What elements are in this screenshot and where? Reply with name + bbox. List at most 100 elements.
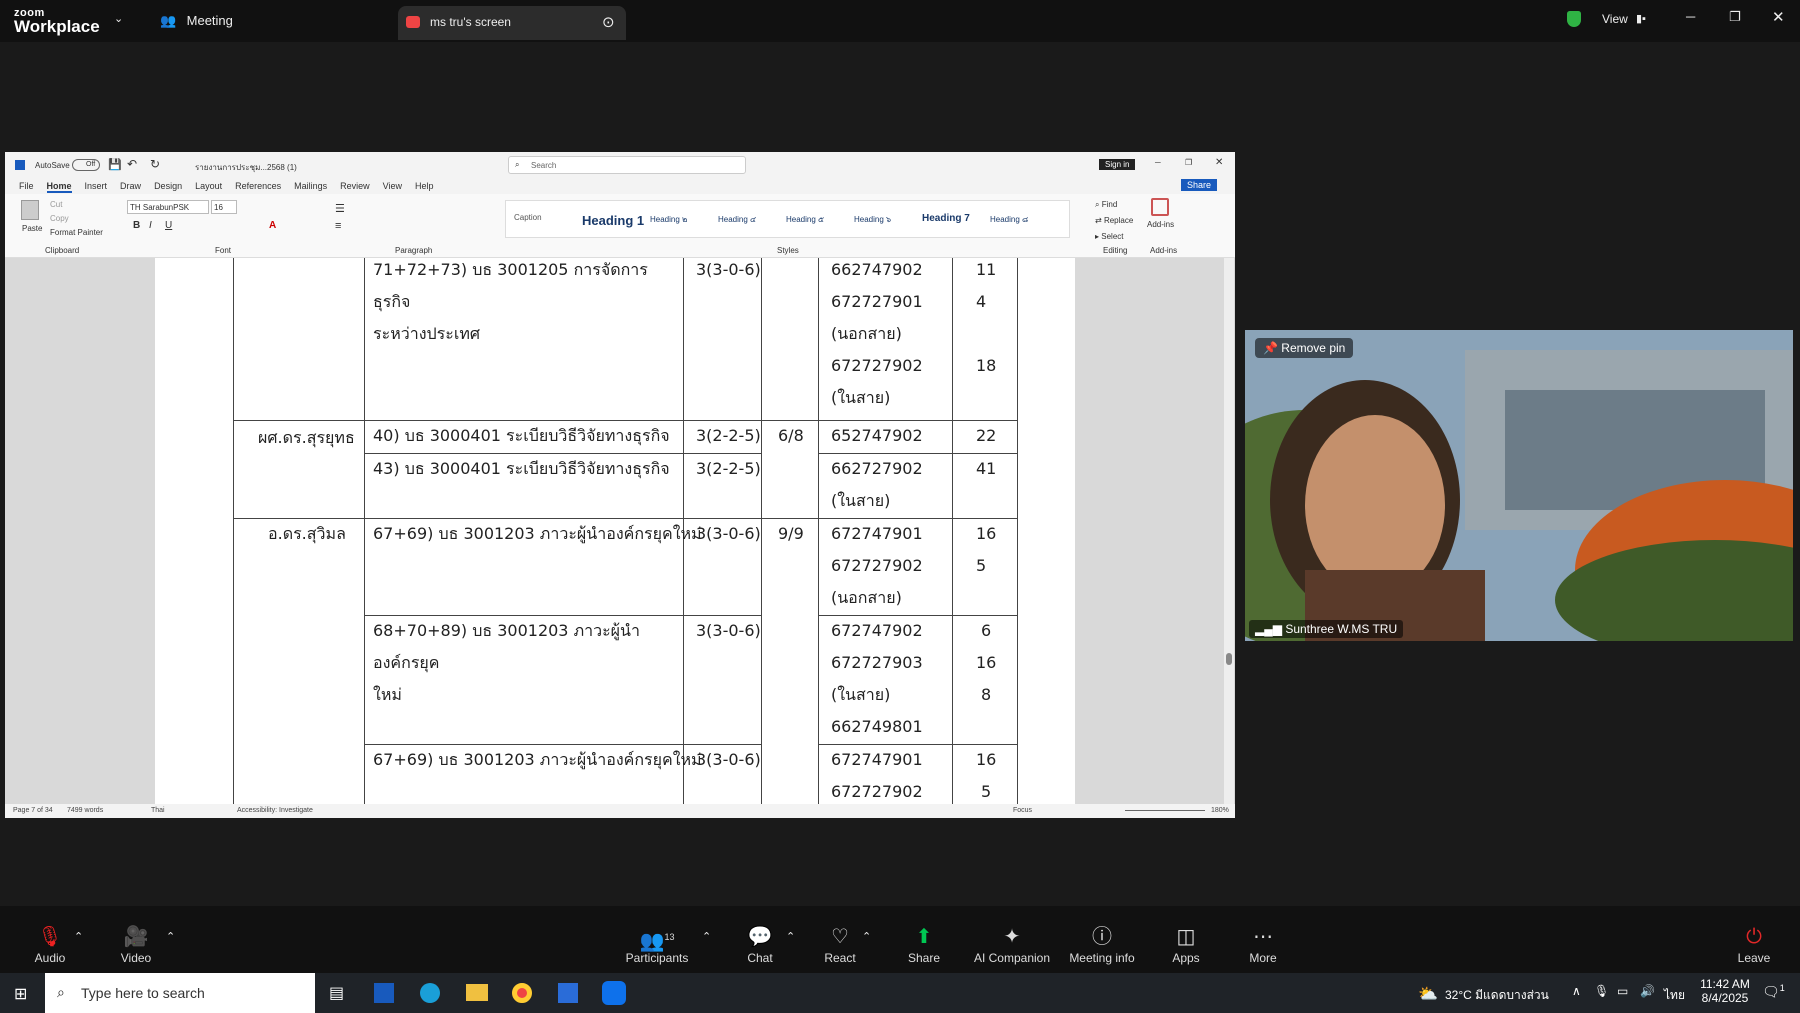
chrome-app-icon[interactable]: [512, 983, 532, 1003]
app-icon[interactable]: [558, 983, 578, 1003]
participants-button[interactable]: 👥13 Participants: [617, 906, 697, 973]
vertical-scrollbar[interactable]: [1224, 258, 1234, 804]
microphone-icon[interactable]: 🎙: [1594, 984, 1609, 998]
copy-button[interactable]: Copy: [50, 214, 69, 223]
taskbar-search[interactable]: ⌕ Type here to search: [45, 973, 315, 1013]
accessibility-status[interactable]: Accessibility: Investigate: [237, 807, 313, 814]
code-text: 672727902: [831, 556, 923, 575]
share-screen-button[interactable]: ⬆ Share: [884, 906, 964, 973]
addins-button[interactable]: Add-ins: [1147, 220, 1174, 229]
share-button[interactable]: Share: [1181, 179, 1218, 191]
ribbon-tab-home[interactable]: Home: [46, 181, 72, 193]
input-language[interactable]: ไทย: [1664, 986, 1685, 1005]
more-options-icon[interactable]: ⊙: [602, 13, 615, 31]
file-explorer-icon[interactable]: [466, 984, 488, 1001]
word-close-icon[interactable]: ✕: [1215, 157, 1223, 168]
zoom-slider[interactable]: [1125, 810, 1205, 811]
audio-options-caret-icon[interactable]: ⌃: [74, 930, 83, 943]
paste-button[interactable]: Paste: [22, 224, 42, 233]
format-painter-button[interactable]: Format Painter: [50, 228, 103, 237]
scrollbar-thumb[interactable]: [1226, 653, 1232, 665]
video-options-caret-icon[interactable]: ⌃: [166, 930, 175, 943]
ribbon-tab-draw[interactable]: Draw: [120, 181, 141, 191]
network-icon[interactable]: ▭: [1617, 984, 1628, 998]
video-button[interactable]: 🎥 Video: [96, 906, 176, 973]
font-name-select[interactable]: TH SarabunPSK: [127, 200, 209, 214]
style-5[interactable]: Heading ๖: [854, 213, 891, 226]
leave-button[interactable]: ⏻ Leave: [1714, 906, 1794, 973]
ribbon-tab-layout[interactable]: Layout: [195, 181, 222, 191]
document-name[interactable]: รายงานการประชุม...2568 (1): [195, 161, 297, 174]
style-1[interactable]: Heading 1: [582, 213, 644, 228]
style-2[interactable]: Heading ๒: [650, 213, 687, 226]
remove-pin-button[interactable]: 📌 Remove pin: [1255, 338, 1354, 358]
windows-start-icon[interactable]: ⊞: [14, 984, 27, 1004]
replace-button[interactable]: ⇄ Replace: [1095, 216, 1133, 225]
focus-button[interactable]: Focus: [1013, 807, 1032, 814]
bullets-icon[interactable]: ☰: [335, 202, 345, 215]
apps-button[interactable]: ◫ Apps: [1146, 906, 1226, 973]
ribbon-tab-design[interactable]: Design: [154, 181, 182, 191]
zoom-app-icon[interactable]: [602, 981, 626, 1005]
bold-button[interactable]: B: [133, 220, 140, 231]
task-view-icon[interactable]: ▤: [329, 983, 344, 1003]
save-icon[interactable]: 💾: [108, 158, 122, 171]
paste-icon[interactable]: [21, 200, 39, 220]
ribbon-tab-file[interactable]: File: [19, 181, 34, 191]
word-app-icon[interactable]: [374, 983, 394, 1003]
undo-icon[interactable]: ↶: [127, 157, 137, 171]
font-color-button[interactable]: A: [269, 220, 276, 231]
react-caret-icon[interactable]: ⌃: [862, 930, 871, 943]
autosave-toggle[interactable]: Off: [72, 159, 100, 171]
sign-in-button[interactable]: Sign in: [1099, 159, 1136, 170]
participants-caret-icon[interactable]: ⌃: [702, 930, 711, 943]
find-button[interactable]: ⌕ Find: [1095, 200, 1117, 210]
ribbon-tab-insert[interactable]: Insert: [85, 181, 108, 191]
word-maximize-icon[interactable]: ❐: [1185, 158, 1192, 167]
ribbon-tab-help[interactable]: Help: [415, 181, 434, 191]
notification-icon[interactable]: 🗨1: [1762, 983, 1785, 1001]
style-6[interactable]: Heading 7: [922, 213, 970, 224]
underline-button[interactable]: U: [165, 220, 172, 231]
view-button[interactable]: View: [1602, 12, 1628, 26]
style-4[interactable]: Heading ๕: [786, 213, 824, 226]
more-button[interactable]: ⋯ More: [1223, 906, 1303, 973]
style-3[interactable]: Heading ๔: [718, 213, 756, 226]
chevron-down-icon[interactable]: ⌄: [114, 12, 123, 25]
document-canvas[interactable]: 71+72+73) บธ 3001205 การจัดการธุรกิจ ระห…: [5, 258, 1235, 804]
style-7[interactable]: Heading ๘: [990, 213, 1028, 226]
ribbon-tab-references[interactable]: References: [235, 181, 281, 191]
chat-caret-icon[interactable]: ⌃: [786, 930, 795, 943]
word-minimize-icon[interactable]: ─: [1155, 158, 1161, 167]
participant-video[interactable]: 📌 Remove pin ▂▄▆ Sunthree W.MS TRU: [1245, 330, 1793, 641]
meeting-tab[interactable]: 👥 Meeting: [160, 12, 233, 30]
weather-text[interactable]: 32°C มีแดดบางส่วน: [1445, 986, 1549, 1005]
cut-button[interactable]: Cut: [50, 200, 62, 209]
edge-app-icon[interactable]: [420, 983, 440, 1003]
style-0[interactable]: Caption: [514, 213, 542, 222]
italic-button[interactable]: I: [149, 220, 152, 231]
align-left-icon[interactable]: ≡: [335, 220, 341, 232]
font-size-select[interactable]: 16: [211, 200, 237, 214]
zoom-level[interactable]: 180%: [1211, 807, 1229, 814]
ai-companion-button[interactable]: ✦ AI Companion: [972, 906, 1052, 973]
tray-expand-icon[interactable]: ∧: [1572, 984, 1581, 998]
search-box[interactable]: ⌕ Search: [508, 156, 746, 174]
language-indicator[interactable]: Thai: [151, 807, 165, 814]
select-button[interactable]: ▸ Select: [1095, 232, 1123, 241]
volume-icon[interactable]: 🔊: [1640, 984, 1655, 998]
shared-screen-tab[interactable]: ms tru's screen ⊙: [398, 6, 626, 40]
ribbon-tab-view[interactable]: View: [383, 181, 402, 191]
clock[interactable]: 11:42 AM 8/4/2025: [1697, 977, 1753, 1005]
ribbon-tab-mailings[interactable]: Mailings: [294, 181, 327, 191]
addins-icon[interactable]: [1151, 198, 1169, 216]
styles-gallery: Caption Heading 1 Heading ๒ Heading ๔ Headin…: [505, 200, 1070, 238]
redo-icon[interactable]: ↻: [150, 157, 160, 171]
ribbon-tab-review[interactable]: Review: [340, 181, 370, 191]
maximize-icon[interactable]: ❐: [1729, 9, 1741, 25]
table-cell-load: 9/9: [778, 524, 804, 543]
close-icon[interactable]: ✕: [1772, 8, 1785, 26]
view-layout-icon[interactable]: ▮▪: [1636, 12, 1646, 25]
meeting-info-button[interactable]: ⓘ Meeting info: [1062, 906, 1142, 973]
minimize-icon[interactable]: ─: [1686, 9, 1695, 24]
